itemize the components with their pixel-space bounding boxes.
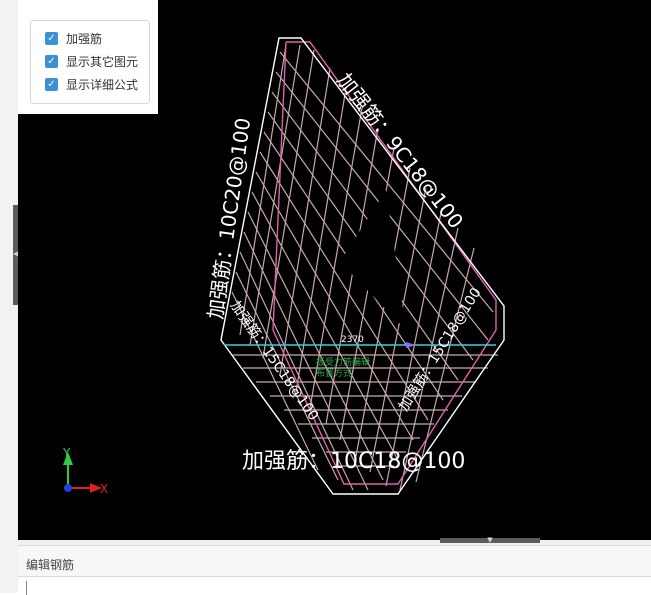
option-show-detailed-formula-label: 显示详细公式 <box>66 78 139 92</box>
option-show-other-elements-label: 显示其它图元 <box>66 55 139 69</box>
edit-rebar-title: 编辑钢筋 <box>26 558 75 572</box>
checkbox-checked-icon[interactable]: ✓ <box>45 78 58 91</box>
axis-x-label: X <box>100 482 108 496</box>
option-show-detailed-formula[interactable]: ✓ 显示详细公式 <box>45 73 149 96</box>
option-rebar-label: 加强筋 <box>66 32 103 46</box>
green-info-text-1: 板受力筋编辑 <box>316 356 370 368</box>
axis-indicator: Y X <box>62 446 108 496</box>
edit-rebar-body[interactable] <box>18 576 651 595</box>
dimension-label: 2370 <box>341 335 364 345</box>
checkbox-checked-icon[interactable]: ✓ <box>45 55 58 68</box>
edit-rebar-panel: 编辑钢筋 <box>18 545 651 595</box>
rebar-label-bottom: 加强筋：10C18@100 <box>242 449 465 474</box>
green-info-text-2: 布置方式 <box>316 367 352 379</box>
axis-y-label: Y <box>62 446 71 460</box>
option-show-other-elements[interactable]: ✓ 显示其它图元 <box>45 50 149 73</box>
opening-region <box>340 190 406 330</box>
option-rebar[interactable]: ✓ 加强筋 <box>45 27 149 50</box>
display-options-panel: ✓ 加强筋 ✓ 显示其它图元 ✓ 显示详细公式 <box>18 0 158 114</box>
rebar-label-top-right: 加强筋：9C18@100 <box>332 68 468 233</box>
chevron-down-icon[interactable]: ▼ <box>440 537 540 544</box>
display-options-box: ✓ 加强筋 ✓ 显示其它图元 ✓ 显示详细公式 <box>30 20 150 104</box>
checkbox-checked-icon[interactable]: ✓ <box>45 32 58 45</box>
